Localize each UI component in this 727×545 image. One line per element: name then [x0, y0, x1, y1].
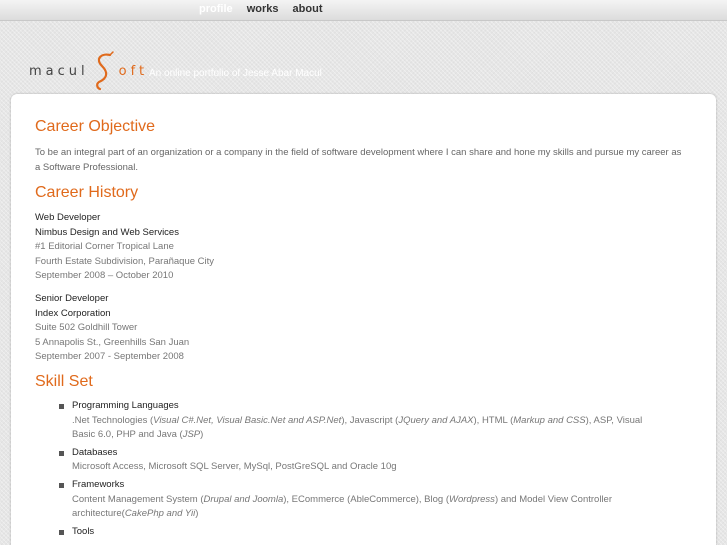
skill-detail-italic: JSP: [182, 429, 201, 441]
skills-list: Programming Languages .Net Technologies …: [35, 399, 692, 539]
skill-name: Frameworks: [72, 478, 125, 490]
nav-profile-link[interactable]: profile: [199, 3, 233, 15]
skill-item: Programming Languages .Net Technologies …: [35, 399, 692, 443]
skill-description: Microsoft Access, Microsoft SQL Server, …: [72, 460, 692, 475]
objective-text: To be an integral part of an organizatio…: [35, 147, 682, 173]
skill-item: Frameworks Content Management System (Dr…: [35, 478, 692, 522]
skill-detail-text: .Net Technologies (: [72, 414, 154, 426]
skill-detail-text: ): [200, 429, 204, 441]
logo-text-right: oft: [118, 63, 149, 79]
job-dates: September 2007 - September 2008: [35, 351, 184, 363]
bullet-icon: [59, 529, 64, 535]
logo-s-icon: [91, 51, 117, 91]
skill-detail-italic: CakePhp and Yii: [124, 508, 196, 520]
nav-works-link[interactable]: works: [247, 3, 279, 15]
job-address-line2: 5 Annapolis St., Greenhills San Juan: [35, 336, 190, 348]
skill-detail-text: Microsoft Access, Microsoft SQL Server, …: [72, 461, 397, 473]
job-title: Senior Developer: [35, 292, 109, 304]
bullet-icon: [59, 450, 64, 456]
job-address-line1: Suite 502 Goldhill Tower: [35, 322, 138, 334]
job-title: Web Developer: [35, 212, 101, 223]
skill-name: Tools: [72, 525, 95, 537]
bullet-icon: [59, 482, 64, 488]
job-dates: September 2008 – October 2010: [35, 270, 174, 282]
site-tagline: An online portfolio of Jesse Abar Macul: [149, 68, 322, 79]
job-entry: Web Developer Nimbus Design and Web Serv…: [35, 211, 692, 284]
skill-detail-text: ), Javascript (: [341, 414, 399, 426]
skill-detail-text: ): [195, 508, 199, 520]
skill-item: Databases Microsoft Access, Microsoft SQ…: [35, 446, 692, 475]
skill-name: Programming Languages: [72, 399, 179, 411]
skill-detail-text: ), HTML (: [473, 414, 514, 426]
site-header: macul oft An online portfolio of Jesse A…: [0, 22, 727, 94]
skill-detail-italic: Markup and CSS: [513, 414, 586, 426]
skills-heading: Skill Set: [35, 372, 93, 390]
site-logo[interactable]: macul oft: [29, 51, 148, 91]
skill-detail-italic: Visual C#.Net, Visual Basic.Net and ASP.…: [153, 414, 342, 426]
skill-item: Tools: [35, 525, 692, 540]
nav-about-link[interactable]: about: [293, 3, 323, 15]
main-nav: profile works about: [199, 3, 334, 15]
skill-description: .Net Technologies (Visual C#.Net, Visual…: [72, 414, 692, 443]
skill-detail-text: Content Management System (: [72, 493, 204, 505]
top-nav-bar: profile works about: [0, 0, 727, 21]
skill-description: Content Management System (Drupal and Jo…: [72, 493, 692, 522]
job-company: Nimbus Design and Web Services: [35, 226, 179, 238]
bullet-icon: [59, 403, 64, 409]
skill-name: Databases: [72, 446, 118, 458]
content-panel: Career Objective To be an integral part …: [11, 94, 716, 545]
job-entry: Senior Developer Index Corporation Suite…: [35, 292, 692, 365]
skill-detail-italic: Drupal and Joomla: [203, 493, 284, 505]
logo-text-left: macul: [29, 63, 89, 79]
job-company: Index Corporation: [35, 307, 111, 319]
skill-detail-italic: Wordpress: [449, 493, 495, 505]
job-address-line1: #1 Editorial Corner Tropical Lane: [35, 241, 174, 253]
history-heading: Career History: [35, 184, 139, 201]
skill-detail-text: ), ECommerce (AbleCommerce), Blog (: [283, 493, 449, 505]
objective-heading: Career Objective: [35, 118, 156, 135]
skill-detail-italic: JQuery and AJAX: [398, 414, 474, 426]
job-address-line2: Fourth Estate Subdivision, Parañaque Cit…: [35, 255, 215, 267]
